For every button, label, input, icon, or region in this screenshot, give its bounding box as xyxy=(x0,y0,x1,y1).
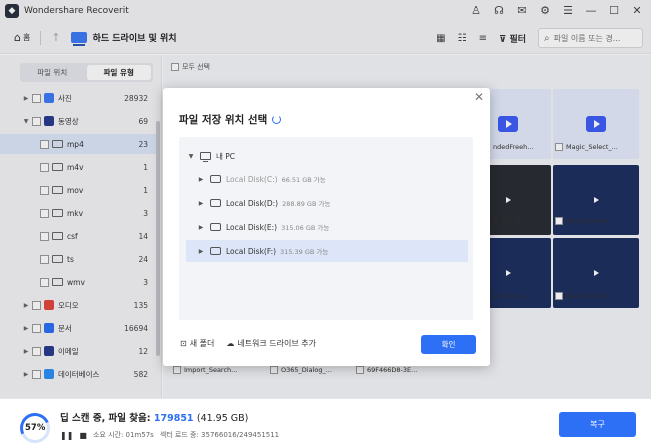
disk-icon xyxy=(210,199,221,207)
drive-name: Local Disk(F:) xyxy=(226,246,277,256)
dialog-title: 파일 저장 위치 선택 xyxy=(179,112,282,127)
drive-item[interactable]: ▶ Local Disk(D:) 288.89 GB 가능 xyxy=(186,192,468,214)
files-found-count: 179851 xyxy=(153,413,194,424)
scan-status-bar: 57% 딥 스캔 중, 파일 찾음: 179851 (41.95 GB) ❚❚ … xyxy=(0,398,651,448)
found-size: (41.95 GB) xyxy=(196,413,249,424)
tree-node-my-pc[interactable]: ▼ 내 PC xyxy=(186,145,468,167)
add-network-drive-button[interactable]: ☁ 네트워크 드라이브 추가 xyxy=(226,338,316,349)
save-location-dialog: ✕ 파일 저장 위치 선택 ▼ 내 PC ▶ Local Disk(C:) 66.5… xyxy=(163,88,490,366)
progress-percent: 57% xyxy=(25,423,46,433)
drive-name: Local Disk(C:) xyxy=(226,174,278,184)
drive-item[interactable]: ▶ Local Disk(E:) 315.06 GB 가능 xyxy=(186,216,468,238)
drive-free-space: 66.51 GB 가능 xyxy=(281,176,326,184)
disk-icon xyxy=(210,247,221,255)
drive-free-space: 315.06 GB 가능 xyxy=(281,224,330,232)
stop-icon[interactable]: ■ xyxy=(79,431,87,440)
chevron-right-icon[interactable]: ▶ xyxy=(196,224,206,231)
elapsed-time: 소요 시간: 01m57s xyxy=(92,431,154,439)
node-label: 내 PC xyxy=(216,151,236,161)
drive-item[interactable]: ▶ Local Disk(C:) 66.51 GB 가능 xyxy=(186,168,468,190)
computer-icon xyxy=(200,152,211,162)
drive-free-space: 288.89 GB 가능 xyxy=(282,200,331,208)
drive-name: Local Disk(D:) xyxy=(226,198,279,208)
scan-details: ❚❚ ■ 소요 시간: 01m57s 섹터 로드 중: 35766016/249… xyxy=(60,430,279,440)
chevron-right-icon[interactable]: ▶ xyxy=(196,248,206,255)
network-drive-icon: ☁ xyxy=(226,339,235,348)
confirm-button[interactable]: 확인 xyxy=(421,335,476,354)
disk-icon xyxy=(210,223,221,231)
chevron-right-icon[interactable]: ▶ xyxy=(196,200,206,207)
chevron-down-icon[interactable]: ▼ xyxy=(186,153,196,160)
drive-name: Local Disk(E:) xyxy=(226,222,278,232)
pause-icon[interactable]: ❚❚ xyxy=(60,431,73,440)
recover-button[interactable]: 복구 xyxy=(559,412,636,437)
drive-tree-panel: ▼ 내 PC ▶ Local Disk(C:) 66.51 GB 가능 ▶ Local … xyxy=(179,137,473,320)
scan-status-text: 딥 스캔 중, 파일 찾음: 179851 (41.95 GB) xyxy=(60,413,249,424)
new-folder-button[interactable]: ⊡ 새 폴더 xyxy=(180,338,214,349)
chevron-right-icon[interactable]: ▶ xyxy=(196,176,206,183)
sector-progress: 섹터 로드 중: 35766016/249451511 xyxy=(159,431,280,439)
new-folder-icon: ⊡ xyxy=(180,339,187,348)
refresh-icon[interactable] xyxy=(272,115,282,124)
disk-icon xyxy=(210,175,221,183)
dialog-footer: ⊡ 새 폴더 ☁ 네트워크 드라이브 추가 xyxy=(180,338,316,349)
dialog-close-icon[interactable]: ✕ xyxy=(474,90,484,104)
drive-free-space: 315.39 GB 가능 xyxy=(280,248,329,256)
drive-item[interactable]: ▶ Local Disk(F:) 315.39 GB 가능 xyxy=(186,240,468,262)
